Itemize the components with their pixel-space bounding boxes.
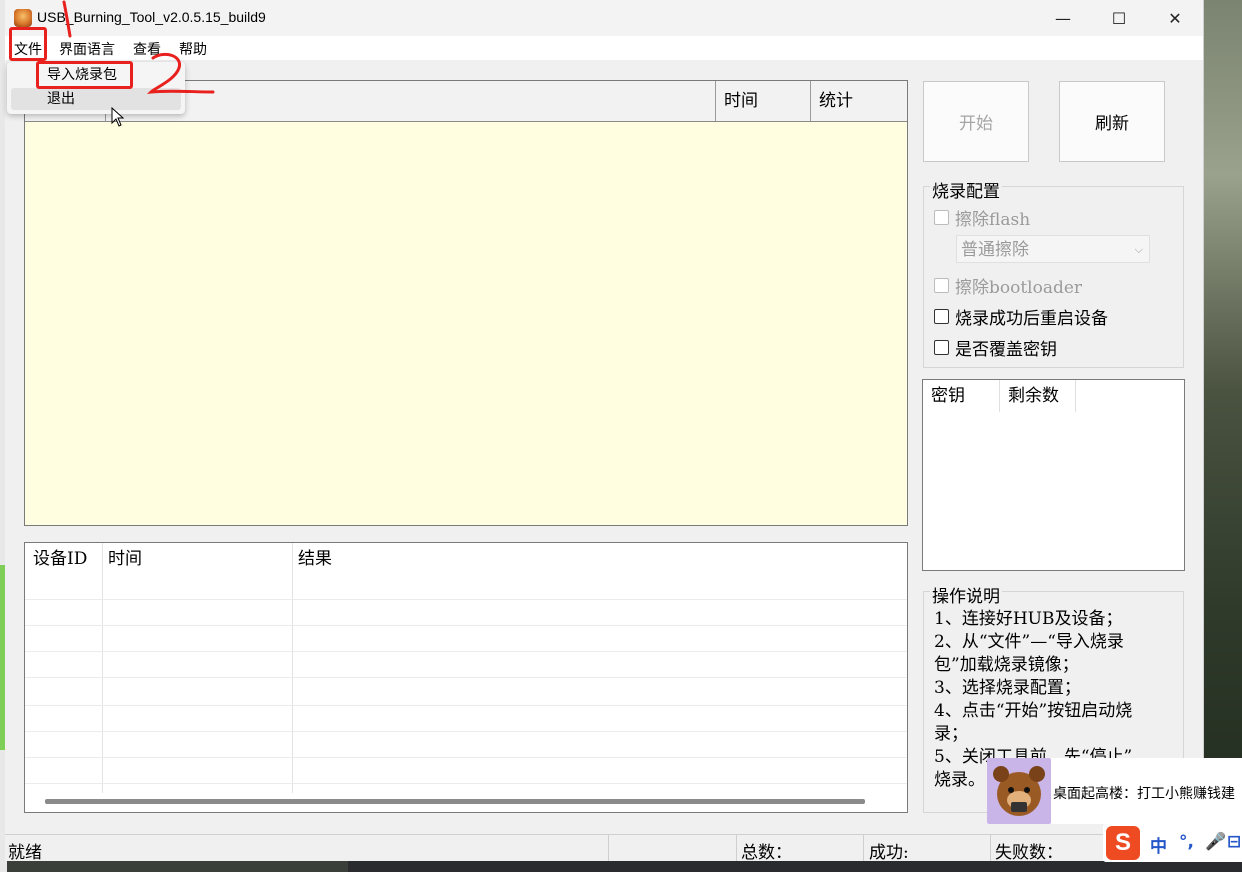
result-col-time[interactable]: 时间 [100, 543, 142, 575]
erase-flash-checkbox[interactable] [934, 210, 949, 225]
status-divider [608, 835, 609, 861]
ime-punctuation-toggle[interactable]: °, [1179, 832, 1194, 852]
erase-mode-select[interactable]: 普通擦除 ⌵ [956, 235, 1150, 263]
ime-toolbar: S 中 °, 🎤 ⊟ [1103, 824, 1242, 862]
device-col-stats[interactable]: 统计 [810, 81, 907, 121]
reboot-after-checkbox[interactable] [934, 309, 949, 324]
menu-language[interactable]: 界面语言 [59, 39, 115, 59]
microphone-icon[interactable]: 🎤 [1205, 832, 1226, 852]
ime-language-toggle[interactable]: 中 [1150, 832, 1167, 857]
status-total-label: 总数： [741, 843, 792, 863]
status-divider [736, 835, 737, 861]
status-divider [863, 835, 864, 861]
menu-item-import-package[interactable]: 导入烧录包 [11, 64, 181, 86]
erase-mode-value: 普通擦除 [961, 240, 1029, 260]
result-col-device-id[interactable]: 设备ID [25, 543, 87, 575]
device-col-time[interactable]: 时间 [715, 81, 810, 121]
title-bar: USB_Burning_Tool_v2.0.5.15_build9 — ☐ ✕ [5, 0, 1203, 36]
notification-text: 桌面起高楼：打工小熊赚钱建 [1053, 786, 1235, 802]
instruction-line: 包”加载烧录镜像； [934, 655, 1079, 675]
key-col-remaining[interactable]: 剩余数 [1000, 380, 1076, 412]
erase-bootloader-label: 擦除bootloader [955, 278, 1083, 298]
instruction-line: 3、选择烧录配置； [934, 678, 1081, 698]
desktop-wallpaper [1203, 0, 1242, 872]
result-list[interactable]: 设备ID 时间 结果 [24, 542, 908, 813]
column-divider [102, 543, 103, 793]
status-divider [990, 835, 991, 861]
instructions-title: 操作说明 [930, 582, 1002, 607]
close-button[interactable]: ✕ [1147, 0, 1203, 36]
sogou-logo-icon[interactable]: S [1106, 826, 1140, 860]
burn-config-group: 烧录配置 擦除flash 普通擦除 ⌵ 擦除bootloader 烧录成功后重启… [923, 177, 1184, 368]
status-bar: 就绪 总数： 成功: 失败数： [5, 834, 1203, 863]
result-col-result[interactable]: 结果 [290, 543, 332, 575]
column-divider [292, 543, 293, 793]
erase-bootloader-option[interactable]: 擦除bootloader [934, 273, 1082, 298]
mouse-cursor-icon [111, 107, 125, 127]
row-divider [25, 705, 907, 706]
status-success-label: 成功: [869, 843, 909, 863]
overwrite-key-checkbox[interactable] [934, 340, 949, 355]
menu-bar: 文件 界面语言 查看 帮助 [5, 36, 1203, 60]
instruction-line: 录； [934, 724, 968, 744]
status-state: 就绪 [8, 843, 42, 863]
erase-bootloader-checkbox[interactable] [934, 278, 949, 293]
burn-config-title: 烧录配置 [930, 177, 1002, 202]
refresh-button[interactable]: 刷新 [1059, 81, 1165, 162]
device-col-1[interactable] [105, 81, 715, 121]
instruction-line: 1、连接好HUB及设备； [934, 609, 1123, 629]
row-divider [25, 731, 907, 732]
key-col-key[interactable]: 密钥 [923, 380, 1000, 412]
row-divider [25, 783, 907, 784]
instruction-line: 4、点击“开始”按钮启动烧 [934, 701, 1133, 721]
desktop-notification[interactable]: 桌面起高楼：打工小熊赚钱建 [987, 758, 1242, 824]
device-list[interactable]: 时间 统计 [24, 80, 908, 526]
bear-avatar [987, 758, 1051, 824]
window-title: USB_Burning_Tool_v2.0.5.15_build9 [37, 9, 266, 25]
menu-view[interactable]: 查看 [133, 39, 161, 59]
key-table[interactable]: 密钥 剩余数 [922, 379, 1185, 571]
overwrite-key-label: 是否覆盖密钥 [955, 340, 1057, 360]
erase-flash-option[interactable]: 擦除flash [934, 205, 1030, 230]
menu-item-exit[interactable]: 退出 [11, 88, 181, 110]
row-divider [25, 625, 907, 626]
erase-flash-label: 擦除flash [955, 210, 1031, 230]
horizontal-scrollbar[interactable] [45, 799, 865, 804]
reboot-after-label: 烧录成功后重启设备 [955, 309, 1108, 329]
reboot-after-option[interactable]: 烧录成功后重启设备 [934, 304, 1108, 329]
app-window: USB_Burning_Tool_v2.0.5.15_build9 — ☐ ✕ … [5, 0, 1204, 863]
ime-extra-icon[interactable]: ⊟ [1227, 832, 1241, 852]
start-button[interactable]: 开始 [923, 81, 1029, 162]
file-dropdown-menu: 导入烧录包 退出 [7, 62, 185, 114]
instruction-line: 2、从“文件”—“导入烧录 [934, 632, 1124, 652]
overwrite-key-option[interactable]: 是否覆盖密钥 [934, 335, 1057, 360]
row-divider [25, 757, 907, 758]
row-divider [25, 677, 907, 678]
row-divider [25, 599, 907, 600]
menu-help[interactable]: 帮助 [179, 39, 207, 59]
minimize-button[interactable]: — [1035, 0, 1091, 36]
row-divider [25, 651, 907, 652]
chevron-down-icon: ⌵ [1134, 243, 1143, 256]
app-icon [14, 9, 32, 27]
status-fail-label: 失败数： [995, 843, 1063, 863]
maximize-button[interactable]: ☐ [1091, 0, 1147, 36]
menu-file[interactable]: 文件 [14, 39, 42, 59]
